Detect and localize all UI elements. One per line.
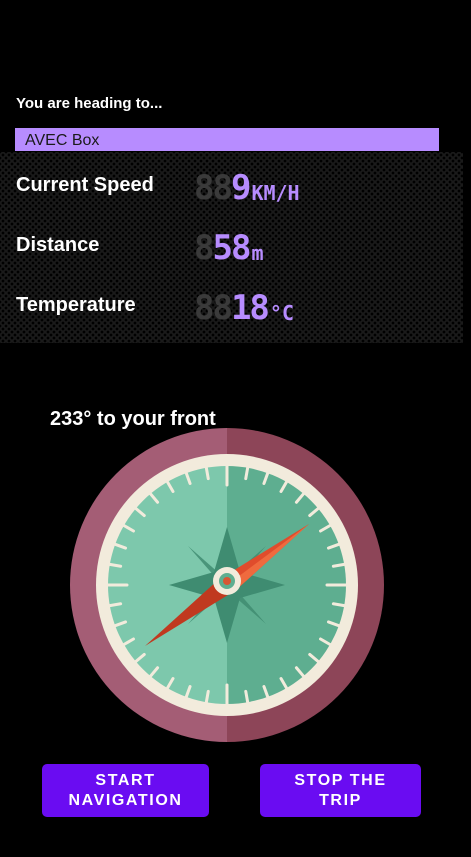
compass-hub-dot xyxy=(223,577,231,585)
compass-tick xyxy=(331,562,346,568)
speed-ghost-digits: 88 xyxy=(194,168,233,208)
compass-icon xyxy=(70,428,384,742)
temperature-readout: 88 18 °C xyxy=(194,286,294,326)
distance-value: 58 xyxy=(212,228,251,268)
info-panel: Current Speed 88 9 KM/H Distance 8 58 m … xyxy=(0,152,463,343)
distance-row: Distance 8 58 m xyxy=(0,226,463,266)
temperature-value: 18 xyxy=(230,288,270,328)
start-navigation-button[interactable]: START NAVIGATION xyxy=(42,764,209,817)
distance-readout: 8 58 m xyxy=(194,226,263,266)
temperature-label: Temperature xyxy=(16,294,136,316)
destination-field[interactable]: AVEC Box xyxy=(15,128,439,151)
compass-tick xyxy=(108,602,123,608)
speed-value: 9 xyxy=(230,168,252,208)
speed-unit: KM/H xyxy=(251,181,300,205)
compass-tick xyxy=(204,689,210,704)
temperature-unit: °C xyxy=(269,301,294,325)
distance-ghost-digits: 8 xyxy=(194,228,215,268)
speed-row: Current Speed 88 9 KM/H xyxy=(0,166,463,206)
compass-tick xyxy=(244,466,250,481)
temperature-ghost-digits: 88 xyxy=(194,288,233,328)
compass-tick xyxy=(108,562,123,568)
stop-trip-button[interactable]: STOP THE TRIP xyxy=(260,764,421,817)
distance-unit: m xyxy=(251,241,264,265)
speed-label: Current Speed xyxy=(16,174,154,196)
compass-tick xyxy=(204,466,210,481)
heading-label: You are heading to... xyxy=(16,95,163,112)
compass-tick xyxy=(331,602,346,608)
temperature-row: Temperature 88 18 °C xyxy=(0,286,463,326)
distance-label: Distance xyxy=(16,234,100,256)
speed-readout: 88 9 KM/H xyxy=(194,166,300,206)
compass-tick xyxy=(244,689,250,704)
